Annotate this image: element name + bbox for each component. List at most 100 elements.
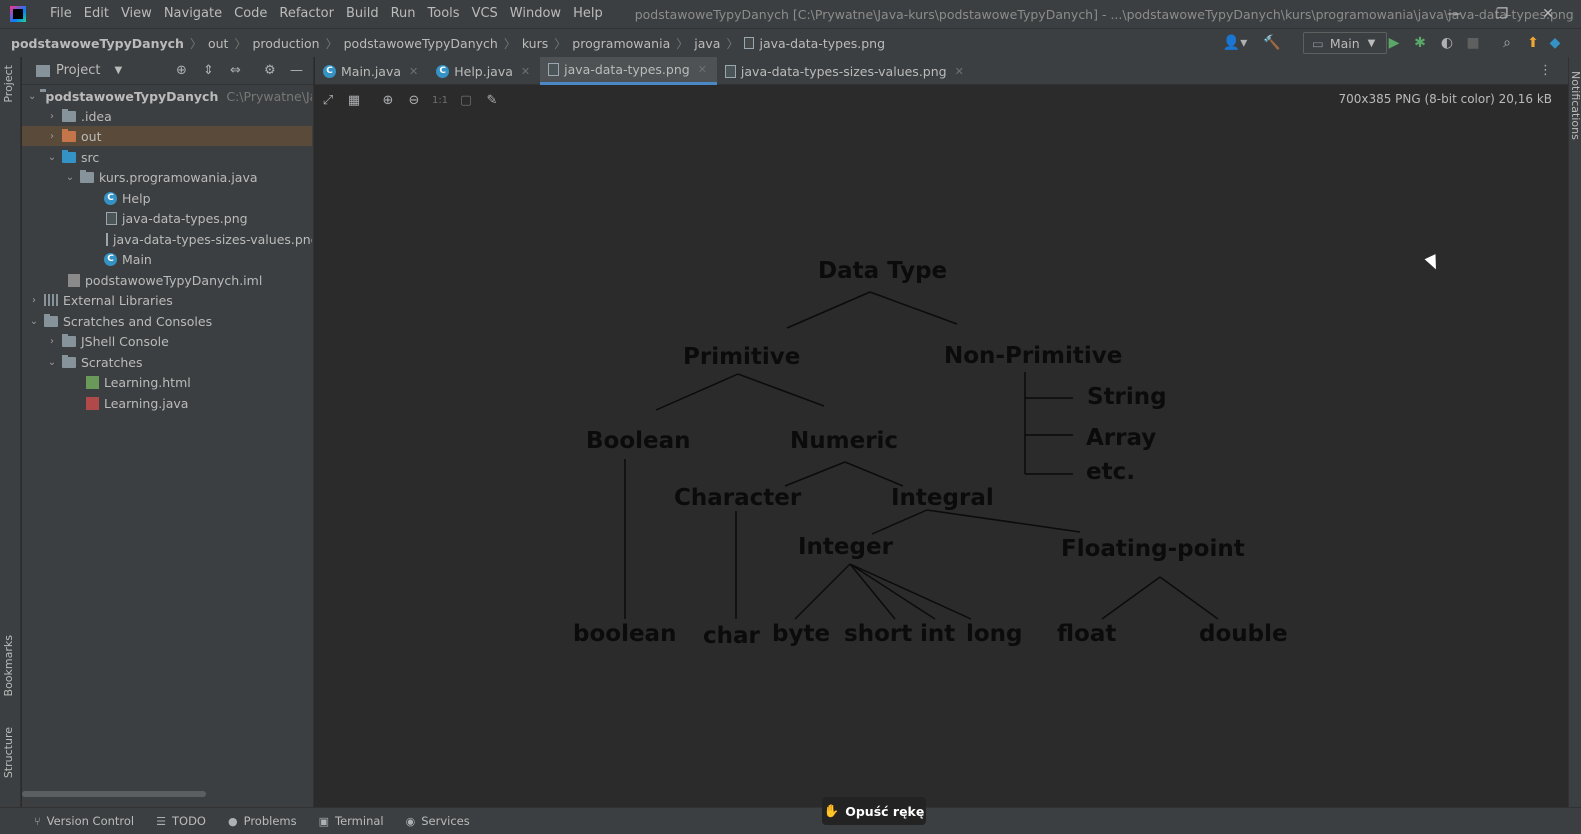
tab-help-java[interactable]: C Help.java ✕: [428, 57, 540, 85]
chevron-down-icon[interactable]: ⌄: [28, 91, 36, 102]
actual-size-icon[interactable]: 1:1: [427, 89, 453, 111]
folder-icon: [62, 354, 76, 368]
tree-item-idea[interactable]: › .idea: [22, 106, 312, 126]
project-view-icon: [36, 64, 50, 77]
code-with-me-icon[interactable]: ◆: [1548, 33, 1562, 53]
menu-file[interactable]: File: [44, 0, 78, 28]
chevron-right-icon[interactable]: ›: [46, 336, 58, 347]
collapse-all-icon[interactable]: ⇔: [230, 63, 241, 78]
grid-icon[interactable]: ▦: [341, 89, 367, 111]
tree-item-scratches[interactable]: ⌄ Scratches: [22, 352, 312, 372]
project-tool-tab[interactable]: Project: [2, 65, 15, 103]
tree-item-java-data-types-png[interactable]: java-data-types.png: [22, 208, 312, 228]
menu-code[interactable]: Code: [228, 0, 273, 28]
tree-item-java-data-types-sizes-values-png[interactable]: java-data-types-sizes-values.png: [22, 229, 312, 249]
tree-item-jshell-console[interactable]: › JShell Console: [22, 331, 312, 351]
tree-item-learning-html[interactable]: Learning.html: [22, 372, 312, 392]
chevron-down-icon[interactable]: ⌄: [28, 316, 40, 327]
lower-hand-button[interactable]: ✋ Opuść rękę: [822, 797, 926, 825]
coverage-icon[interactable]: ◐: [1437, 33, 1457, 53]
menu-edit[interactable]: Edit: [78, 0, 115, 28]
chevron-right-icon[interactable]: ›: [46, 111, 58, 122]
structure-tool-tab[interactable]: Structure: [2, 727, 15, 778]
menu-view[interactable]: View: [115, 0, 158, 28]
tab-java-data-types-sizes-values-png[interactable]: java-data-types-sizes-values.png ✕: [717, 57, 974, 85]
editor-tabs: C Main.java ✕ C Help.java ✕ java-data-ty…: [315, 57, 1568, 85]
breadcrumb-production[interactable]: production: [252, 36, 319, 51]
search-icon[interactable]: ⌕: [1497, 33, 1517, 53]
build-hammer-icon[interactable]: 🔨: [1262, 33, 1282, 53]
fit-zoom-icon[interactable]: ⤢: [315, 89, 341, 111]
zoom-in-icon[interactable]: ⊕: [375, 89, 401, 111]
image-file-icon: [106, 211, 117, 225]
restore-button[interactable]: ❐: [1479, 0, 1525, 28]
hide-panel-icon[interactable]: —: [290, 63, 303, 78]
color-picker-icon[interactable]: ✎: [479, 89, 505, 111]
gear-icon[interactable]: ⚙: [264, 63, 276, 78]
menu-vcs[interactable]: VCS: [466, 0, 504, 28]
update-icon[interactable]: ⬆: [1523, 33, 1543, 53]
close-icon[interactable]: ✕: [955, 65, 964, 78]
tree-item-help[interactable]: C Help: [22, 188, 312, 208]
tree-item-scratches-and-consoles[interactable]: ⌄ Scratches and Consoles: [22, 311, 312, 331]
close-icon[interactable]: ✕: [409, 65, 418, 78]
minimize-button[interactable]: —: [1431, 0, 1477, 28]
tree-item-label: src: [81, 149, 100, 165]
tree-item-external-libraries[interactable]: › External Libraries: [22, 290, 312, 310]
bookmarks-tool-tab[interactable]: Bookmarks: [2, 635, 15, 696]
tree-item-learning-java[interactable]: Learning.java: [22, 393, 312, 413]
version-control-tool-button[interactable]: ⑂ Version Control: [34, 814, 134, 828]
menu-refactor[interactable]: Refactor: [273, 0, 340, 28]
menu-window[interactable]: Window: [504, 0, 567, 28]
project-panel-title[interactable]: Project: [56, 63, 100, 78]
close-icon[interactable]: ✕: [698, 63, 707, 76]
breadcrumb-kurs[interactable]: kurs: [522, 36, 548, 51]
menu-build[interactable]: Build: [340, 0, 385, 28]
breadcrumb-module[interactable]: podstawoweTypyDanych: [344, 36, 498, 51]
user-icon[interactable]: 👤▾: [1222, 33, 1248, 53]
chevron-right-icon[interactable]: ›: [46, 131, 58, 142]
zoom-out-icon[interactable]: ⊖: [401, 89, 427, 111]
menu-tools[interactable]: Tools: [422, 0, 466, 28]
chevron-down-icon[interactable]: ⌄: [46, 152, 58, 163]
chevron-down-icon[interactable]: ⌄: [46, 357, 58, 368]
tab-main-java[interactable]: C Main.java ✕: [315, 57, 428, 85]
debug-icon[interactable]: ✱: [1410, 33, 1430, 53]
run-icon[interactable]: ▶: [1384, 33, 1404, 53]
problems-tool-button[interactable]: ● Problems: [228, 814, 297, 828]
breadcrumb-out[interactable]: out: [208, 36, 228, 51]
menu-help[interactable]: Help: [567, 0, 609, 28]
source-folder-icon: [62, 149, 76, 163]
chevron-down-icon[interactable]: ⌄: [64, 172, 76, 183]
menu-run[interactable]: Run: [385, 0, 422, 28]
todo-tool-button[interactable]: ☰ TODO: [156, 814, 206, 828]
run-configuration-select[interactable]: ▭ Main ▼: [1303, 32, 1387, 54]
services-tool-button[interactable]: ◉ Services: [406, 814, 470, 828]
terminal-tool-button[interactable]: ▣ Terminal: [319, 814, 384, 828]
close-window-button[interactable]: ✕: [1525, 0, 1571, 28]
tree-item-main[interactable]: C Main: [22, 249, 312, 269]
services-icon: ◉: [405, 814, 416, 828]
breadcrumb-project[interactable]: podstawoweTypyDanych: [11, 36, 184, 51]
tree-item-project-root[interactable]: ⌄ podstawoweTypyDanych C:\Prywatne\Java-: [22, 86, 312, 106]
breadcrumb-java[interactable]: java: [694, 36, 720, 51]
menu-navigate[interactable]: Navigate: [158, 0, 228, 28]
more-tabs-icon[interactable]: ⋮: [1539, 63, 1552, 78]
tree-item-package[interactable]: ⌄ kurs.programowania.java: [22, 167, 312, 187]
tree-item-iml[interactable]: podstawoweTypyDanych.iml: [22, 270, 312, 290]
breadcrumb-programowania[interactable]: programowania: [572, 36, 670, 51]
stop-icon[interactable]: ■: [1463, 33, 1483, 53]
notifications-tool-tab[interactable]: Notifications: [1569, 71, 1581, 140]
close-icon[interactable]: ✕: [521, 65, 530, 78]
breadcrumb-file[interactable]: java-data-types.png: [759, 36, 885, 51]
tree-item-out[interactable]: › out: [22, 126, 312, 146]
chevron-down-icon[interactable]: ▼: [114, 65, 122, 76]
expand-all-icon[interactable]: ⇕: [203, 63, 214, 78]
chevron-right-icon[interactable]: ›: [28, 295, 40, 306]
project-horizontal-scrollbar[interactable]: [22, 791, 206, 797]
tab-java-data-types-png[interactable]: java-data-types.png ✕: [540, 57, 717, 85]
locate-file-icon[interactable]: ⊕: [176, 63, 187, 78]
class-icon: C: [436, 64, 450, 78]
fit-to-window-icon[interactable]: ▢: [453, 89, 479, 111]
tree-item-src[interactable]: ⌄ src: [22, 147, 312, 167]
